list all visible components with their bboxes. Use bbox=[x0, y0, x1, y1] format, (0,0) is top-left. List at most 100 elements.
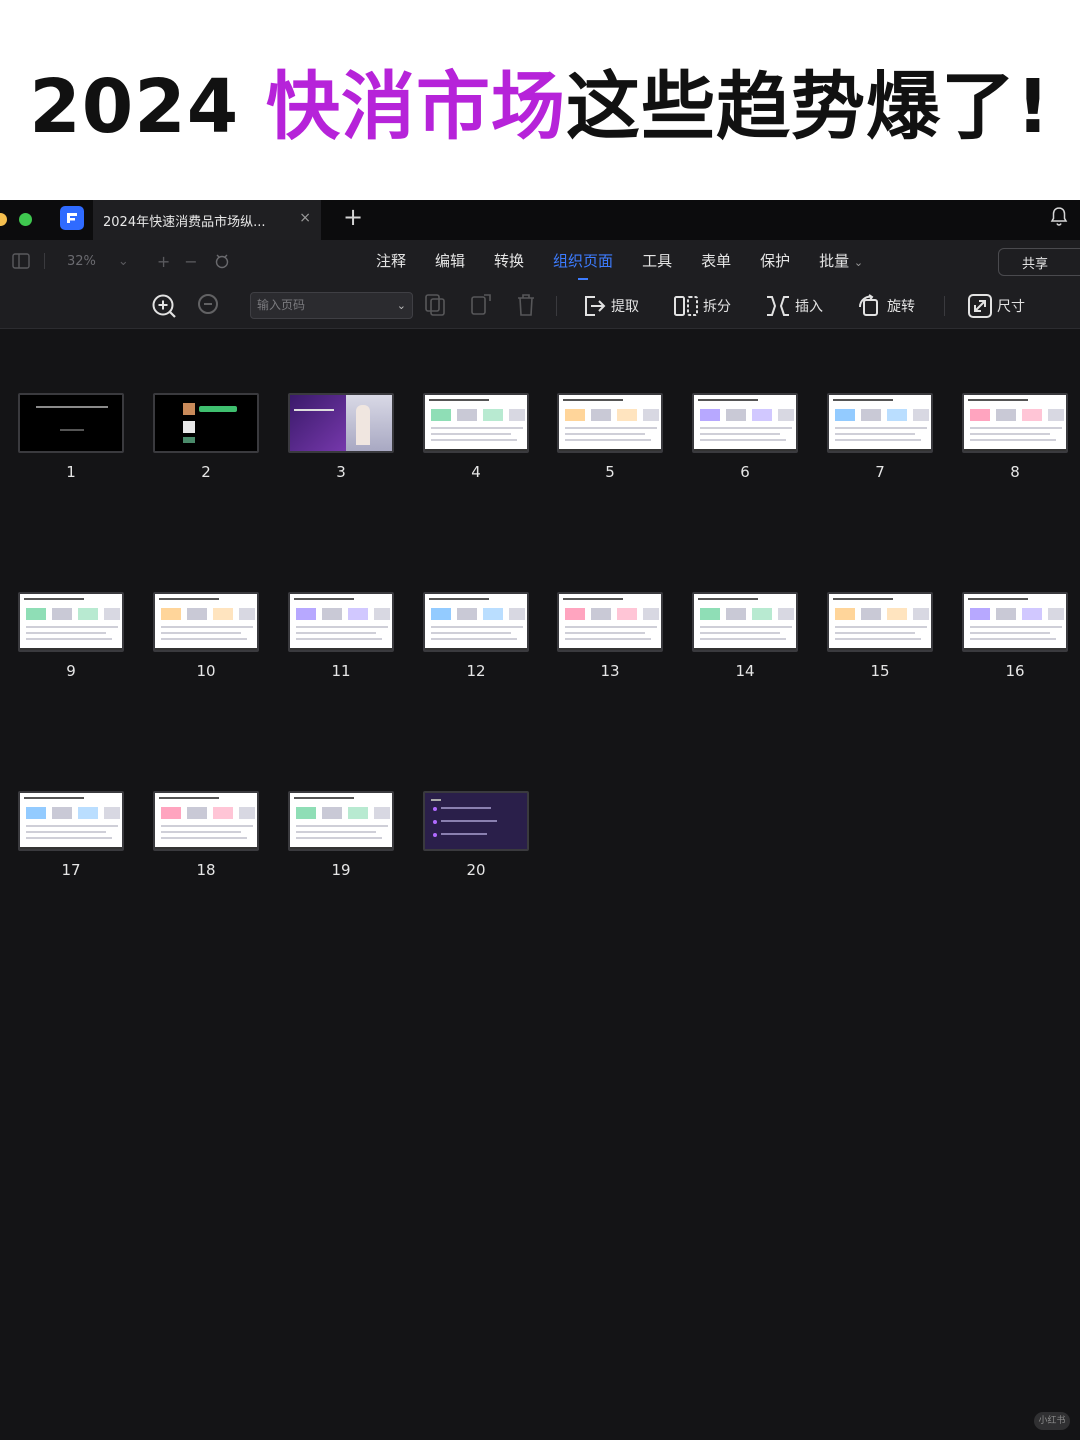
delete-page-icon[interactable] bbox=[515, 293, 537, 317]
menu-forms[interactable]: 表单 bbox=[701, 250, 731, 271]
split-button[interactable]: 拆分 bbox=[673, 292, 731, 320]
page-number-label: 9 bbox=[66, 662, 76, 680]
replace-page-icon[interactable] bbox=[470, 293, 492, 317]
app-logo-icon bbox=[60, 206, 84, 230]
page-thumbnail[interactable] bbox=[557, 592, 663, 652]
page-number-label: 3 bbox=[336, 463, 346, 481]
page-number-label: 7 bbox=[875, 463, 885, 481]
headline-banner: 2024 快消市场这些趋势爆了! bbox=[0, 0, 1080, 200]
page-number-label: 11 bbox=[331, 662, 351, 680]
menu-tabs: 注释 编辑 转换 组织页面 工具 表单 保护 批量 ⌄ bbox=[376, 250, 863, 280]
size-label: 尺寸 bbox=[997, 299, 1025, 315]
page-thumbnail[interactable] bbox=[288, 393, 394, 453]
page-dropdown-chevron-icon[interactable]: ⌄ bbox=[397, 293, 406, 318]
page-number-label: 13 bbox=[600, 662, 620, 680]
page-number-label: 14 bbox=[735, 662, 755, 680]
insert-icon bbox=[767, 296, 789, 316]
sidebar-toggle-icon[interactable] bbox=[12, 253, 30, 269]
page-number-label: 4 bbox=[471, 463, 481, 481]
resize-icon bbox=[968, 294, 992, 318]
rotate-button[interactable]: 旋转 bbox=[857, 292, 915, 320]
page-number-label: 8 bbox=[1010, 463, 1020, 481]
menu-organize-pages[interactable]: 组织页面 bbox=[553, 250, 613, 280]
page-thumbnail[interactable] bbox=[692, 592, 798, 652]
page-thumbnail[interactable] bbox=[18, 393, 124, 453]
zoom-in-small-icon[interactable]: + bbox=[157, 252, 170, 271]
extract-button[interactable]: 提取 bbox=[581, 292, 639, 320]
page-thumbnail[interactable] bbox=[18, 592, 124, 652]
menu-batch-label: 批量 bbox=[819, 252, 850, 270]
rotate-icon bbox=[858, 294, 878, 316]
page-thumbnail[interactable] bbox=[962, 393, 1068, 453]
page-thumbnail[interactable] bbox=[692, 393, 798, 453]
rotate-label: 旋转 bbox=[887, 299, 915, 315]
page-thumbnail[interactable] bbox=[18, 791, 124, 851]
share-button[interactable]: 共享 bbox=[998, 248, 1080, 276]
zoom-out-icon[interactable] bbox=[197, 293, 221, 317]
headline-accent: 快消市场 bbox=[265, 63, 566, 150]
page-number-label: 20 bbox=[466, 861, 486, 879]
zoom-dropdown-icon[interactable]: ⌄ bbox=[118, 254, 129, 269]
document-tab[interactable]: 2024年快速消费品市场纵... × bbox=[93, 200, 321, 240]
menu-protect[interactable]: 保护 bbox=[760, 250, 790, 271]
split-icon bbox=[674, 296, 698, 316]
menu-annotate[interactable]: 注释 bbox=[376, 250, 406, 271]
page-thumbnail[interactable] bbox=[557, 393, 663, 453]
page-thumbnail[interactable] bbox=[827, 592, 933, 652]
fit-page-icon[interactable] bbox=[212, 251, 232, 271]
page-number-label: 5 bbox=[605, 463, 615, 481]
notification-bell-icon[interactable] bbox=[1049, 206, 1069, 228]
page-number-label: 12 bbox=[466, 662, 486, 680]
page-number-label: 10 bbox=[196, 662, 216, 680]
divider bbox=[44, 253, 45, 269]
extract-icon bbox=[585, 296, 606, 316]
page-thumbnail[interactable] bbox=[827, 393, 933, 453]
divider bbox=[556, 296, 557, 316]
split-label: 拆分 bbox=[703, 299, 731, 315]
page-number-label: 2 bbox=[201, 463, 211, 481]
page-thumbnail[interactable] bbox=[288, 592, 394, 652]
page-thumbnail[interactable] bbox=[962, 592, 1068, 652]
main-toolbar: 32% ⌄ + − 注释 编辑 转换 组织页面 工具 表单 保护 批量 ⌄ 共享 bbox=[0, 240, 1080, 284]
view-controls: 32% ⌄ + − bbox=[12, 251, 232, 271]
organize-toolbar: 输入页码 ⌄ 提取 拆分 插入 旋转 尺寸 bbox=[0, 284, 1080, 329]
page-thumbnail[interactable] bbox=[153, 791, 259, 851]
close-tab-icon[interactable]: × bbox=[299, 210, 311, 226]
page-number-label: 19 bbox=[331, 861, 351, 879]
page-number-label: 15 bbox=[870, 662, 890, 680]
page-number-label: 16 bbox=[1005, 662, 1025, 680]
new-tab-button[interactable]: + bbox=[343, 203, 363, 231]
size-button[interactable]: 尺寸 bbox=[967, 292, 1025, 320]
menu-batch[interactable]: 批量 ⌄ bbox=[819, 250, 863, 271]
menu-tools[interactable]: 工具 bbox=[642, 250, 672, 271]
menu-convert[interactable]: 转换 bbox=[494, 250, 524, 271]
page-thumbnail[interactable] bbox=[423, 393, 529, 453]
page-number-label: 18 bbox=[196, 861, 216, 879]
menu-edit[interactable]: 编辑 bbox=[435, 250, 465, 271]
headline-year: 2024 bbox=[29, 63, 266, 150]
copy-page-icon[interactable] bbox=[424, 293, 446, 317]
page-thumbnail[interactable] bbox=[423, 592, 529, 652]
batch-chevron-down-icon: ⌄ bbox=[853, 256, 864, 269]
page-thumbnail[interactable] bbox=[288, 791, 394, 851]
page-thumbnail-grid: 1 2 3 4 5 6 7 8 9 10 11 12 13 14 15 16 17 18 19 20 bbox=[0, 330, 1080, 1440]
zoom-out-small-icon[interactable]: − bbox=[184, 252, 197, 271]
maximize-window-button[interactable] bbox=[19, 213, 32, 226]
page-thumbnail[interactable] bbox=[153, 393, 259, 453]
minimize-window-button[interactable] bbox=[0, 213, 7, 226]
extract-label: 提取 bbox=[611, 299, 639, 315]
insert-button[interactable]: 插入 bbox=[765, 292, 823, 320]
zoom-in-icon[interactable] bbox=[151, 293, 177, 319]
headline-suffix: 这些趋势爆了! bbox=[565, 63, 1051, 150]
page-number-label: 6 bbox=[740, 463, 750, 481]
page-number-label: 1 bbox=[66, 463, 76, 481]
insert-label: 插入 bbox=[795, 299, 823, 315]
page-input-placeholder: 输入页码 bbox=[257, 298, 306, 312]
page-thumbnail[interactable] bbox=[153, 592, 259, 652]
page-number-input[interactable]: 输入页码 ⌄ bbox=[250, 292, 413, 319]
zoom-level[interactable]: 32% bbox=[67, 254, 96, 269]
divider bbox=[944, 296, 945, 316]
document-tab-title: 2024年快速消费品市场纵... bbox=[103, 214, 266, 230]
page-thumbnail[interactable] bbox=[423, 791, 529, 851]
headline-title: 2024 快消市场这些趋势爆了! bbox=[29, 47, 1050, 154]
